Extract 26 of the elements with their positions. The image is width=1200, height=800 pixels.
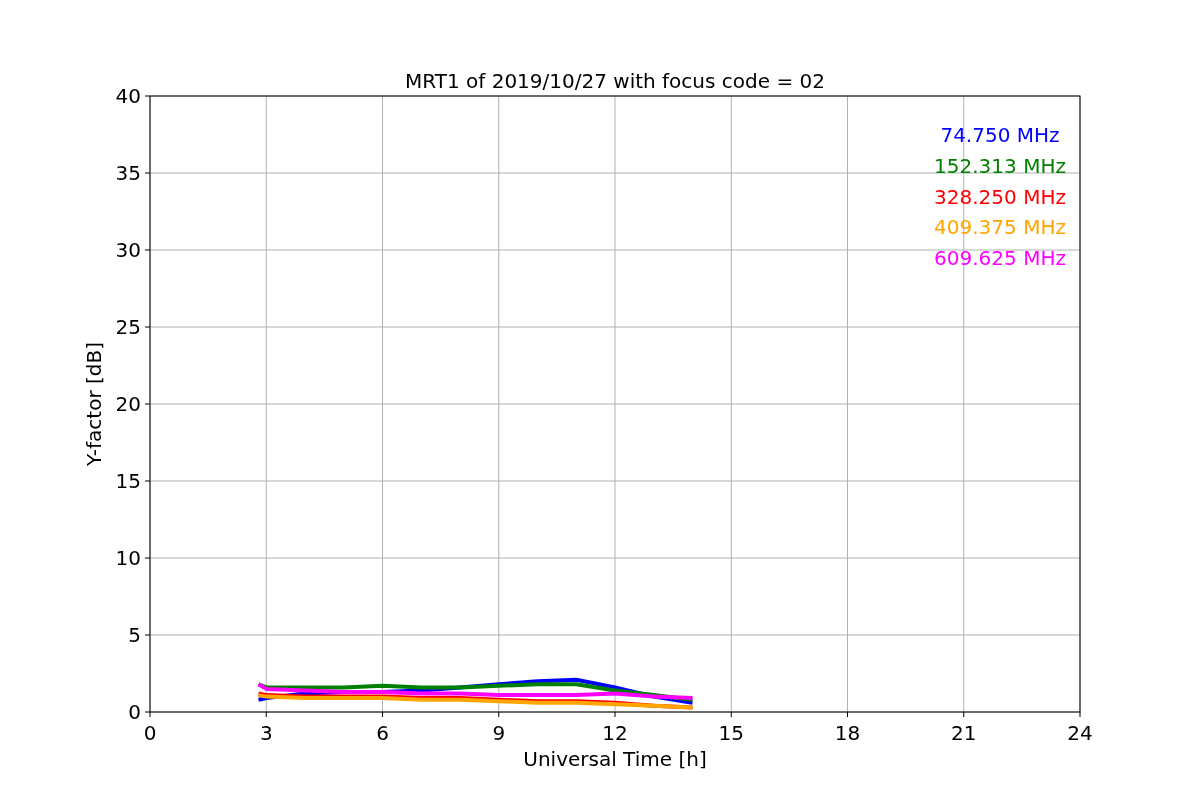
legend-label: 328.250 MHz: [934, 184, 1066, 209]
y-tick-label: 40: [115, 84, 141, 108]
legend-label: 74.750 MHz: [940, 123, 1060, 147]
y-tick-label: 0: [128, 700, 141, 724]
y-tick-label: 10: [115, 546, 141, 570]
x-tick-label: 21: [951, 721, 977, 745]
x-tick-label: 18: [834, 721, 861, 745]
x-tick-label: 15: [718, 721, 744, 745]
x-tick-label: 24: [1067, 721, 1093, 745]
legend-label: 409.375 MHz: [934, 215, 1066, 240]
y-tick-label: 20: [115, 392, 141, 416]
y-tick-label: 35: [115, 161, 141, 185]
x-tick-label: 12: [602, 721, 628, 745]
y-tick-label: 30: [115, 238, 141, 262]
x-tick-label: 3: [259, 721, 273, 745]
y-tick-label: 25: [115, 315, 141, 339]
x-tick-label: 0: [143, 721, 157, 745]
x-axis-label: Universal Time [h]: [523, 747, 707, 771]
legend-label: 609.625 MHz: [934, 246, 1066, 271]
legend-label: 152.313 MHz: [934, 153, 1066, 178]
x-tick-label: 9: [492, 721, 506, 745]
x-tick-label: 6: [376, 721, 389, 745]
y-tick-label: 5: [128, 623, 141, 647]
y-tick-label: 15: [115, 469, 141, 493]
y-axis-label: Y-factor [dB]: [82, 342, 106, 466]
chart-title: MRT1 of 2019/10/27 with focus code = 02: [405, 69, 825, 93]
